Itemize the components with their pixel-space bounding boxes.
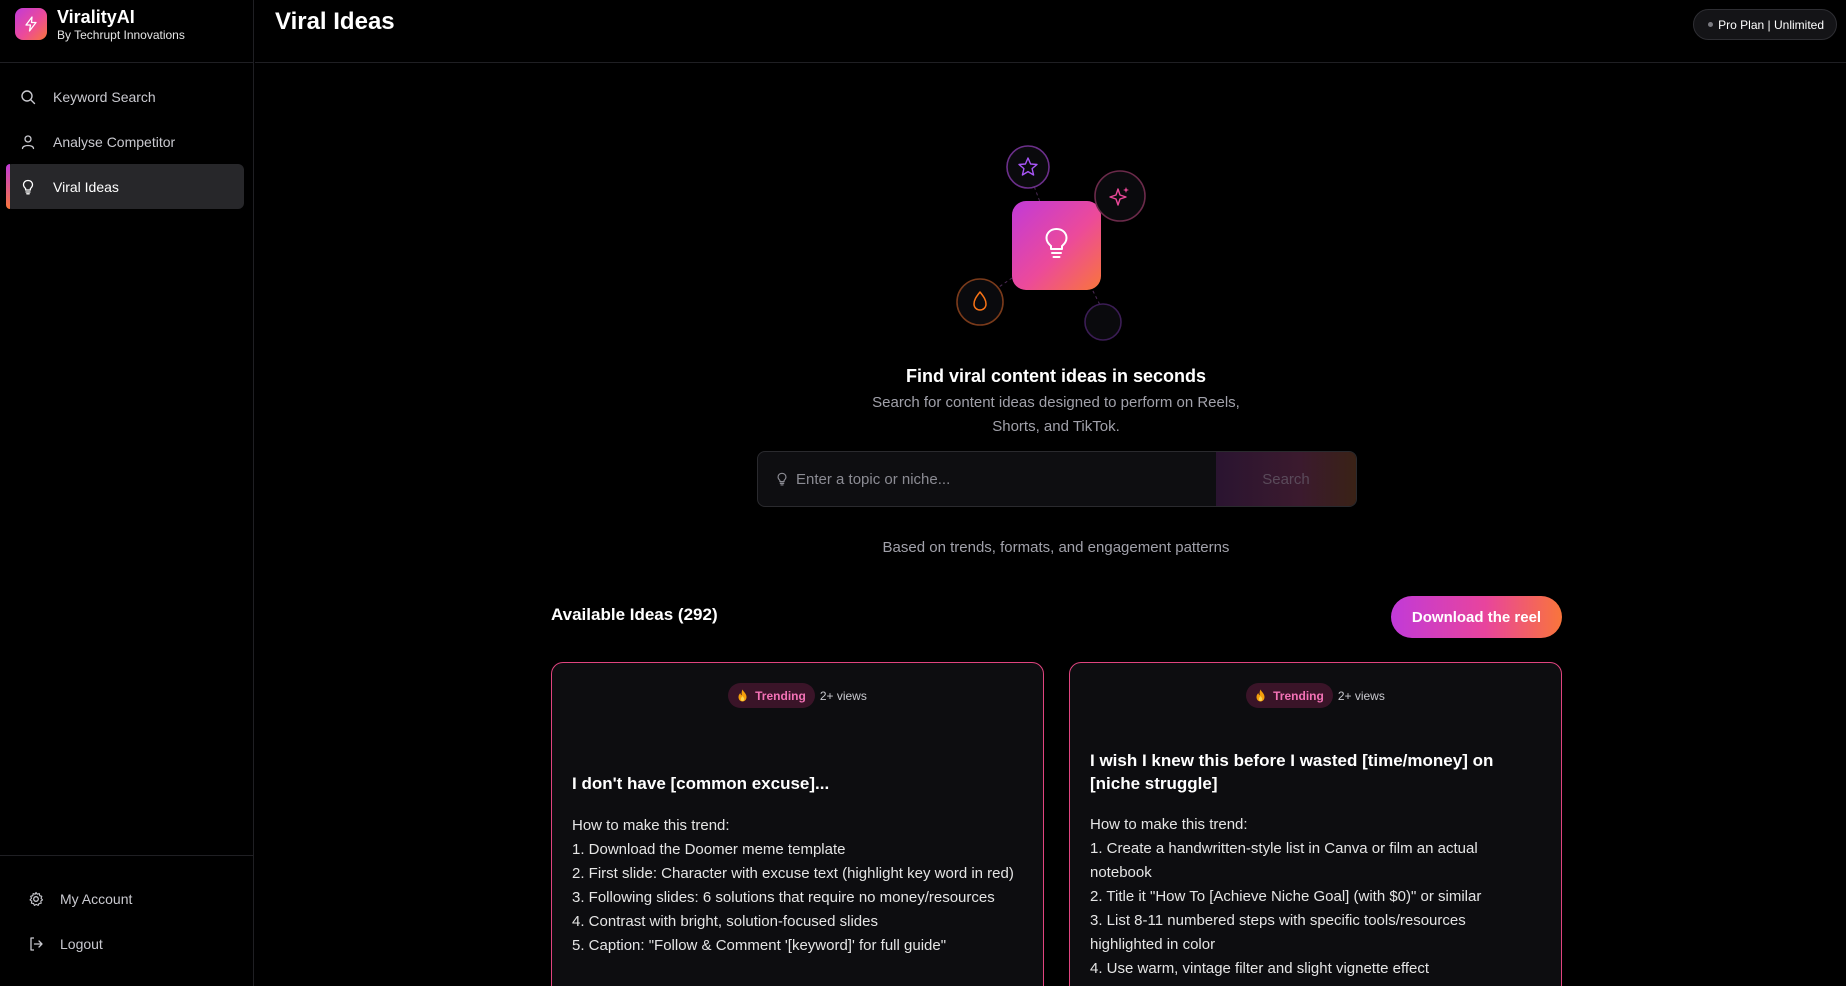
logout-label: Logout: [60, 935, 103, 952]
instructions-intro: How to make this trend:: [572, 817, 730, 834]
plan-badge[interactable]: Pro Plan | Unlimited: [1693, 9, 1837, 40]
lightbulb-icon: [18, 177, 38, 197]
page-title: Viral Ideas: [275, 8, 395, 35]
card-meta: Trending 2+ views: [1070, 683, 1561, 708]
hero-subtitle: Search for content ideas designed to per…: [872, 394, 1240, 435]
instruction-step: 1. Download the Doomer meme template: [572, 841, 846, 858]
trending-badge: Trending: [728, 683, 815, 708]
search-bar: Search: [757, 451, 1357, 507]
fire-icon: [1255, 689, 1267, 703]
topic-search-input[interactable]: [796, 470, 1196, 488]
fire-icon: [737, 689, 749, 703]
sidebar-bottom-nav: My Account Logout: [16, 876, 236, 966]
my-account-label: My Account: [60, 890, 133, 907]
ideas-count-title: Available Ideas (292): [551, 605, 718, 624]
trending-badge: Trending: [1246, 683, 1333, 708]
brand[interactable]: ViralityAI By Techrupt Innovations: [15, 6, 185, 42]
hero-illustration: [950, 140, 1160, 350]
brand-subtitle: By Techrupt Innovations: [57, 28, 185, 42]
instruction-step: 1. Create a handwritten-style list in Ca…: [1090, 840, 1478, 881]
lightbulb-icon: [774, 471, 790, 487]
sidebar-divider: [0, 62, 254, 63]
views-count: 2+ views: [1337, 688, 1385, 703]
status-dot-icon: [1708, 22, 1714, 27]
logout-link[interactable]: Logout: [16, 921, 236, 966]
logout-icon: [26, 934, 46, 954]
idea-title: I don't have [common excuse]...: [572, 774, 830, 793]
instruction-step: 4. Contrast with bright, solution-focuse…: [572, 913, 878, 930]
instructions-intro: How to make this trend:: [1090, 816, 1248, 833]
instruction-step: 2. First slide: Character with excuse te…: [572, 865, 1014, 882]
sidebar-nav: Keyword Search Analyse Competitor Viral …: [6, 74, 244, 209]
instruction-step: 5. Caption: "Follow & Comment '[keyword]…: [572, 937, 947, 954]
sidebar-item-viral-ideas[interactable]: Viral Ideas: [6, 164, 244, 209]
search-icon: [18, 87, 38, 107]
instruction-step: 4. Use warm, vintage filter and slight v…: [1090, 960, 1430, 977]
search-field-wrapper: [758, 452, 1216, 506]
gear-icon: [26, 889, 46, 909]
search-button[interactable]: Search: [1216, 452, 1356, 506]
plan-label: Pro Plan | Unlimited: [1718, 17, 1824, 32]
trending-label: Trending: [755, 688, 806, 703]
idea-card[interactable]: Trending 2+ views I don't have [common e…: [551, 662, 1044, 986]
sidebar-divider: [0, 855, 254, 856]
trending-label: Trending: [1273, 688, 1324, 703]
idea-instructions: How to make this trend: 1. Download the …: [572, 814, 1021, 958]
user-icon: [18, 132, 38, 152]
sidebar-item-keyword-search[interactable]: Keyword Search: [6, 74, 244, 119]
instruction-step: 2. Title it "How To [Achieve Niche Goal]…: [1090, 888, 1482, 905]
search-hint: Based on trends, formats, and engagement…: [882, 539, 1230, 556]
sidebar: ViralityAI By Techrupt Innovations Keywo…: [0, 0, 254, 986]
sidebar-item-label: Viral Ideas: [53, 178, 119, 195]
sidebar-item-label: Analyse Competitor: [53, 133, 176, 150]
instruction-step: 3. List 8-11 numbered steps with specifi…: [1090, 912, 1466, 953]
hero-title: Find viral content ideas in seconds: [905, 366, 1207, 386]
idea-card[interactable]: Trending 2+ views I wish I knew this bef…: [1069, 662, 1562, 986]
sidebar-item-analyse-competitor[interactable]: Analyse Competitor: [6, 119, 244, 164]
instruction-step: 3. Following slides: 6 solutions that re…: [572, 889, 995, 906]
idea-instructions: How to make this trend: 1. Create a hand…: [1090, 813, 1539, 981]
idea-title: I wish I knew this before I wasted [time…: [1090, 751, 1494, 793]
lightning-icon: [15, 8, 47, 40]
views-count: 2+ views: [819, 688, 867, 703]
my-account-link[interactable]: My Account: [16, 876, 236, 921]
download-reel-button[interactable]: Download the reel: [1391, 596, 1562, 638]
sidebar-item-label: Keyword Search: [53, 88, 156, 105]
top-header: Viral Ideas Pro Plan | Unlimited: [255, 0, 1846, 63]
brand-name: ViralityAI: [57, 7, 135, 27]
card-meta: Trending 2+ views: [552, 683, 1043, 708]
